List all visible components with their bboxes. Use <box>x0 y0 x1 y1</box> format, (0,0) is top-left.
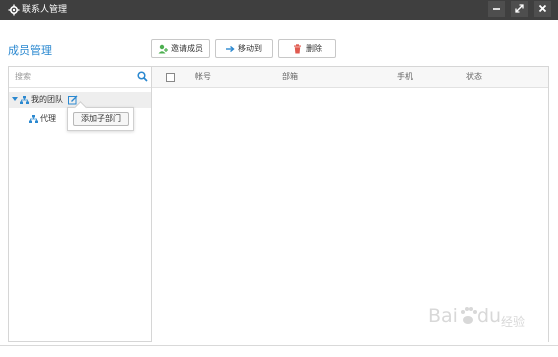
add-sub-department-button[interactable]: 添加子部门 <box>73 112 129 126</box>
minimize-button[interactable] <box>488 1 505 17</box>
svg-text:经验: 经验 <box>501 314 525 329</box>
delete-label: 删除 <box>306 44 322 53</box>
window-title: 联系人管理 <box>22 5 68 15</box>
column-header-phone[interactable]: 手机 <box>397 71 413 82</box>
move-to-button[interactable]: 移动到 <box>215 39 273 58</box>
search-placeholder: 搜索 <box>15 72 31 81</box>
department-sidebar: 搜索 我的团队 代理 添加子部门 <box>8 66 152 342</box>
page-title: 成员管理 <box>8 44 52 57</box>
gear-icon <box>8 4 20 16</box>
bottom-divider <box>0 345 558 346</box>
move-to-label: 移动到 <box>238 44 262 53</box>
tree-item-label: 代理 <box>40 114 56 123</box>
column-header-email[interactable]: 部箱 <box>282 71 298 82</box>
tree-item-popup: 添加子部门 <box>67 101 134 131</box>
invite-member-button[interactable]: 邀请成员 <box>151 39 210 58</box>
svg-text:Bai: Bai <box>428 305 458 327</box>
column-header-status[interactable]: 状态 <box>466 71 482 82</box>
close-button[interactable] <box>534 1 551 17</box>
svg-text:du: du <box>477 305 501 327</box>
table-header: 帐号 部箱 手机 状态 <box>152 67 548 88</box>
org-chart-icon <box>29 115 38 123</box>
maximize-button[interactable] <box>511 1 528 17</box>
tree-item-label: 我的团队 <box>31 95 63 104</box>
title-bar: 联系人管理 <box>0 0 558 20</box>
add-user-icon <box>158 44 168 54</box>
select-all-checkbox[interactable] <box>166 73 175 82</box>
baidu-watermark-logo: Bai du 经验 <box>428 305 525 329</box>
org-chart-icon <box>20 96 29 104</box>
arrow-right-icon <box>226 45 235 53</box>
invite-member-label: 邀请成员 <box>171 44 203 53</box>
column-header-account[interactable]: 帐号 <box>195 71 211 82</box>
search-input[interactable]: 搜索 <box>9 67 151 88</box>
delete-button[interactable]: 删除 <box>278 39 336 58</box>
trash-icon <box>294 44 301 54</box>
search-icon[interactable] <box>137 71 148 82</box>
expand-arrow-icon[interactable] <box>12 97 18 102</box>
